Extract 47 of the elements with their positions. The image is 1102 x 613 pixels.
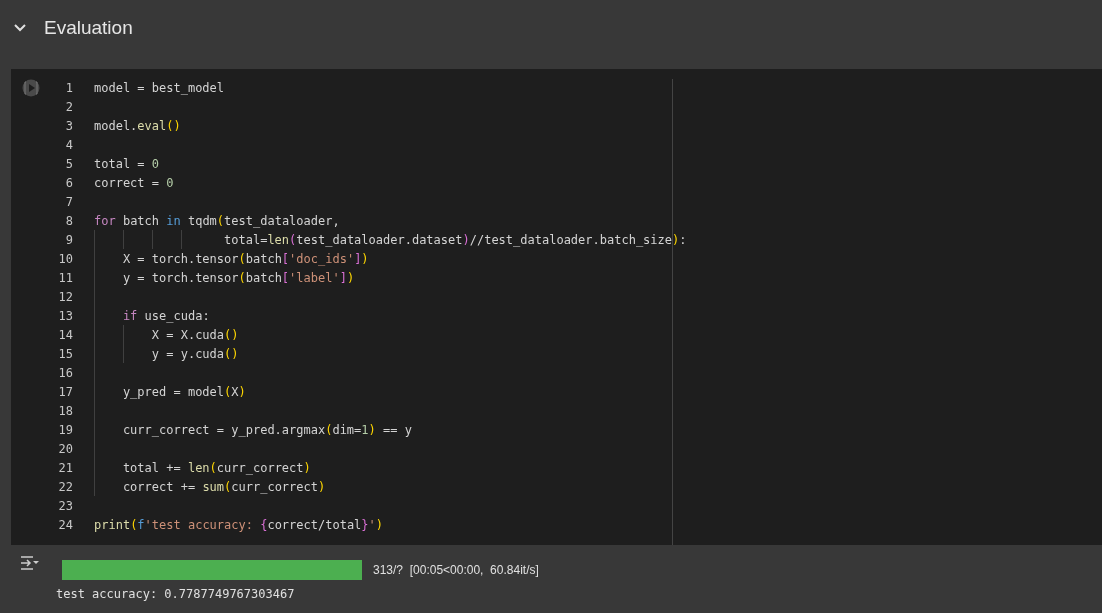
- line-number: 6: [64, 175, 73, 190]
- line-number: 23: [57, 498, 73, 513]
- progress-reading: 313/? [00:05<00:00, 60.84it/s]: [373, 563, 539, 577]
- code-line: model = best_model: [94, 80, 225, 95]
- code-line: total = 0: [94, 156, 160, 171]
- code-line: for batch in tqdm(test_dataloader,: [94, 213, 340, 228]
- line-number: 3: [64, 118, 73, 133]
- code-line: y = torch.tensor(batch['label']): [121, 270, 355, 285]
- line-number: 15: [57, 346, 73, 361]
- line-number: 17: [57, 384, 73, 399]
- output-toggle-icon[interactable]: [20, 555, 40, 571]
- line-number: 22: [57, 479, 73, 494]
- code-line: X = X.cuda(): [150, 327, 239, 342]
- line-number: 7: [64, 194, 73, 209]
- run-icon[interactable]: [22, 79, 40, 97]
- line-number: 20: [57, 441, 73, 456]
- line-number: 13: [57, 308, 73, 323]
- line-number: 21: [57, 460, 73, 475]
- code-line: y_pred = model(X): [121, 384, 246, 399]
- line-number: 9: [64, 232, 73, 247]
- code-line: y = y.cuda(): [150, 346, 239, 361]
- code-cell[interactable]: [11, 69, 1102, 545]
- code-line: X = torch.tensor(batch['doc_ids']): [121, 251, 369, 266]
- code-line: correct += sum(curr_correct): [121, 479, 326, 494]
- line-number: 5: [64, 156, 73, 171]
- line-number: 19: [57, 422, 73, 437]
- chevron-icon[interactable]: [14, 24, 26, 32]
- code-line: correct = 0: [94, 175, 174, 190]
- code-line: model.eval(): [94, 118, 181, 133]
- code-line: curr_correct = y_pred.argmax(dim=1) == y: [121, 422, 412, 437]
- code-line: print(f'test accuracy: {correct/total}'): [94, 517, 384, 532]
- section-title: Evaluation: [44, 17, 133, 39]
- line-number: 1: [64, 80, 73, 95]
- output-text: test accuracy: 0.7787749767303467: [56, 587, 296, 601]
- line-number: 16: [57, 365, 73, 380]
- code-line: total=len(test_dataloader.dataset)//test_dataloader.batch_size):: [223, 232, 687, 247]
- line-number: 8: [64, 213, 73, 228]
- line-number: 24: [57, 517, 73, 532]
- line-number: 11: [57, 270, 73, 285]
- line-number: 2: [64, 99, 73, 114]
- line-number: 14: [57, 327, 73, 342]
- line-number: 18: [57, 403, 73, 418]
- code-line: if use_cuda:: [121, 308, 210, 323]
- line-number: 4: [64, 137, 73, 152]
- line-number: 10: [57, 251, 73, 266]
- code-line: total += len(curr_correct): [121, 460, 311, 475]
- line-number: 12: [57, 289, 73, 304]
